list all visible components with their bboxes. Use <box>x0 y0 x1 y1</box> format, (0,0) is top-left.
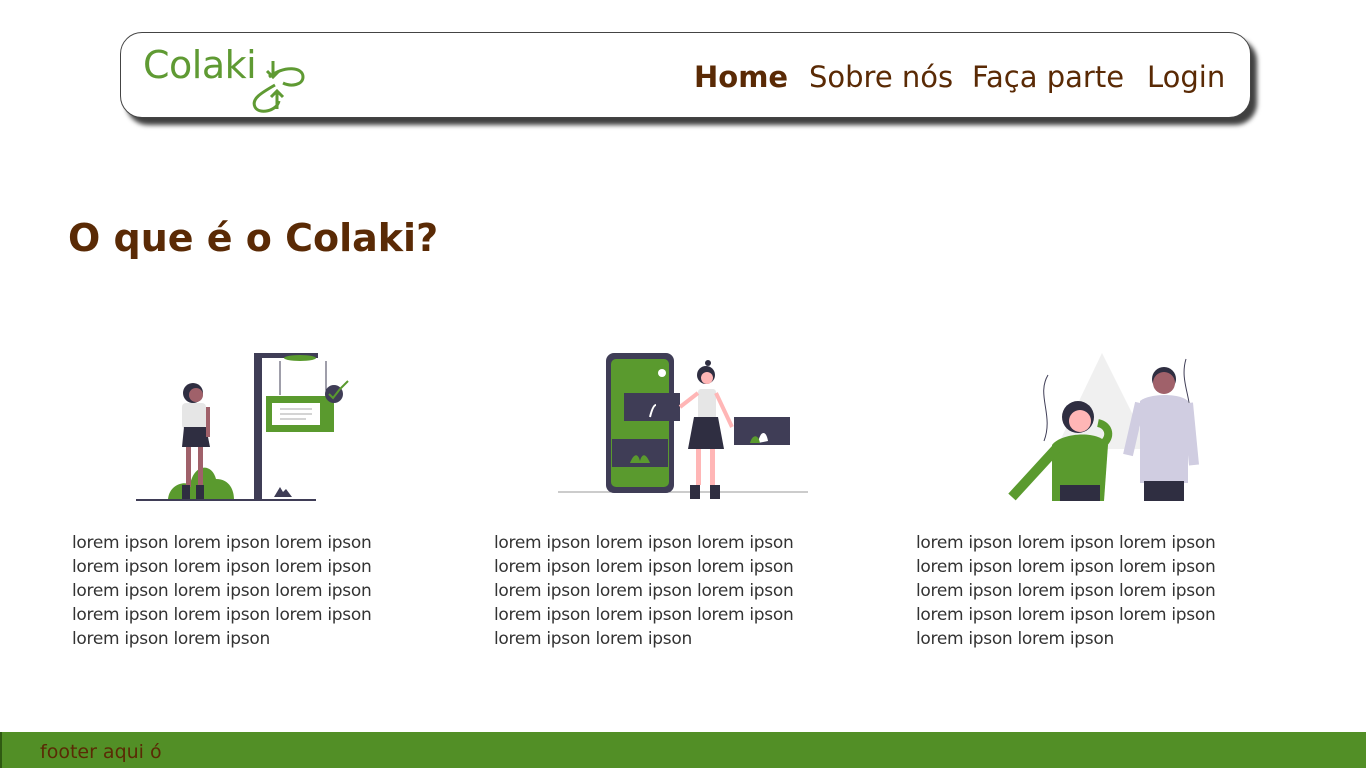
woman-with-phone-illustration <box>552 345 812 510</box>
brand-logo[interactable]: Colaki <box>143 43 305 113</box>
recycle-arrows-icon <box>252 61 305 113</box>
footer: footer aqui ó <box>0 732 1366 768</box>
nav-faca-parte[interactable]: Faça parte <box>972 60 1124 94</box>
footer-text: footer aqui ó <box>40 741 162 763</box>
card-2-text: lorem ipson lorem ipson lorem ipson lore… <box>494 533 794 649</box>
two-people-illustration <box>1000 345 1210 510</box>
nav-sobre-nos[interactable]: Sobre nós <box>809 60 953 94</box>
card-3-text: lorem ipson lorem ipson lorem ipson lore… <box>916 533 1216 649</box>
nav-login[interactable]: Login <box>1147 60 1225 94</box>
page-title: O que é o Colaki? <box>68 216 439 260</box>
navbar: Colaki Home Sobre nós Faça parte Login <box>120 32 1251 118</box>
woman-at-signpost-illustration <box>130 345 360 510</box>
nav-home[interactable]: Home <box>694 60 788 94</box>
card-1-text: lorem ipson lorem ipson lorem ipson lore… <box>72 533 372 649</box>
brand-name: Colaki <box>143 43 257 87</box>
